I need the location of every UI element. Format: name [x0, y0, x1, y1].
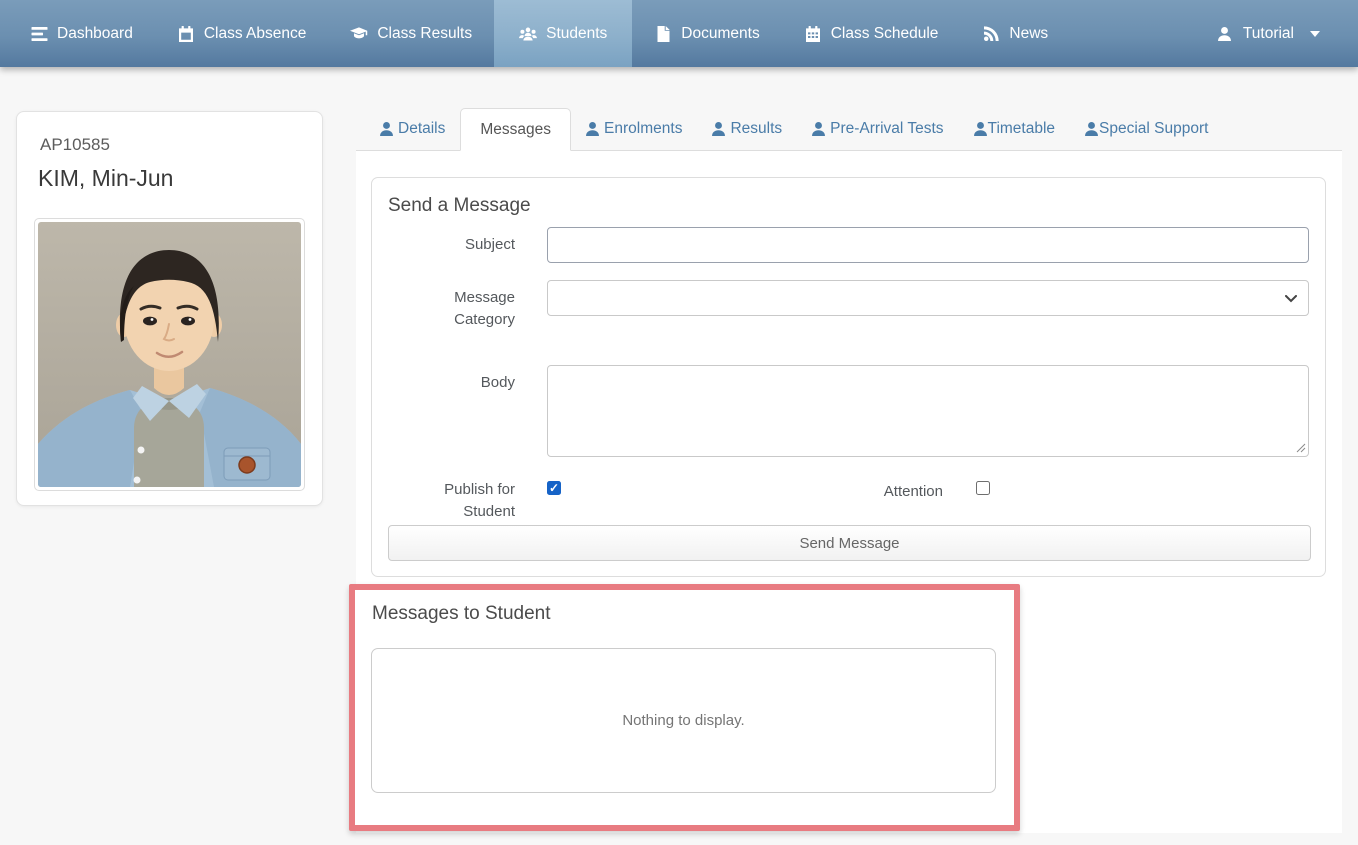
nav-label: Class Schedule	[831, 25, 939, 43]
nav-right: Tutorial	[1194, 0, 1342, 67]
tab-label: Pre-Arrival Tests	[830, 120, 943, 138]
top-navbar: Dashboard Class Absence Class Results St…	[0, 0, 1358, 67]
calendar-grid-icon	[804, 26, 822, 42]
tab-label: Results	[730, 120, 782, 138]
user-icon	[1085, 122, 1098, 136]
graduation-cap-icon	[350, 27, 368, 40]
send-message-title: Send a Message	[372, 178, 1325, 227]
users-icon	[519, 27, 537, 41]
tab-special-support[interactable]: Special Support	[1070, 108, 1223, 150]
subject-input[interactable]	[547, 227, 1309, 263]
nav-label: Class Results	[377, 25, 472, 43]
category-row: Message Category	[388, 280, 1309, 331]
attention-checkbox[interactable]	[976, 481, 990, 495]
body-label: Body	[388, 365, 515, 457]
nav-label: Students	[546, 25, 607, 43]
nav-item-dashboard[interactable]: Dashboard	[8, 0, 155, 67]
checkbox-row: Publish for Student Attention	[388, 479, 1309, 525]
send-message-button[interactable]: Send Message	[388, 525, 1311, 561]
student-id: AP10585	[40, 135, 305, 155]
user-icon	[974, 122, 987, 136]
nav-item-class-absence[interactable]: Class Absence	[155, 0, 329, 67]
nav-item-class-schedule[interactable]: Class Schedule	[782, 0, 961, 67]
nav-item-documents[interactable]: Documents	[632, 0, 781, 67]
nav-label: Dashboard	[57, 25, 133, 43]
caret-down-icon	[1310, 31, 1320, 37]
chevron-down-icon	[1285, 295, 1297, 303]
body-row: Body	[388, 365, 1309, 457]
calendar-icon	[177, 26, 195, 42]
tab-label: Messages	[480, 121, 551, 139]
messages-to-student-title: Messages to Student	[372, 603, 1014, 625]
tab-timetable[interactable]: Timetable	[959, 108, 1070, 150]
tab-label: Enrolments	[604, 120, 682, 138]
send-message-card: Send a Message Subject Message Category …	[371, 177, 1326, 577]
nav-item-class-results[interactable]: Class Results	[328, 0, 494, 67]
student-tabs: Details Messages Enrolments Results Pre-…	[356, 108, 1342, 151]
file-icon	[654, 26, 672, 42]
student-summary-card: AP10585 KIM, Min-Jun	[16, 111, 323, 506]
student-photo	[34, 218, 305, 491]
attention-label: Attention	[879, 481, 943, 501]
tab-details[interactable]: Details	[365, 108, 460, 150]
user-icon	[380, 122, 393, 136]
nav-label: Documents	[681, 25, 759, 43]
tab-messages[interactable]: Messages	[460, 108, 571, 151]
tab-label: Timetable	[988, 120, 1055, 138]
tasks-icon	[30, 27, 48, 41]
student-name: KIM, Min-Jun	[38, 165, 305, 192]
user-menu-tutorial[interactable]: Tutorial	[1194, 0, 1342, 67]
user-icon	[586, 122, 599, 136]
user-icon	[712, 122, 725, 136]
subject-row: Subject	[388, 227, 1309, 263]
tab-results[interactable]: Results	[697, 108, 797, 150]
nav-item-news[interactable]: News	[960, 0, 1070, 67]
nav-label: News	[1009, 25, 1048, 43]
body-textarea[interactable]	[547, 365, 1309, 457]
rss-icon	[982, 26, 1000, 41]
user-icon	[1216, 27, 1234, 41]
publish-label: Publish for Student	[388, 479, 515, 525]
nav-item-students[interactable]: Students	[494, 0, 632, 67]
user-menu-label: Tutorial	[1243, 25, 1294, 43]
publish-for-student-checkbox[interactable]	[547, 481, 561, 495]
empty-text: Nothing to display.	[622, 712, 744, 729]
tab-label: Special Support	[1099, 120, 1208, 138]
subject-label: Subject	[388, 227, 515, 263]
nav-label: Class Absence	[204, 25, 307, 43]
messages-to-student-section: Messages to Student Nothing to display.	[349, 584, 1020, 831]
category-label: Message Category	[388, 280, 515, 331]
resize-handle[interactable]	[1296, 443, 1306, 453]
tab-label: Details	[398, 120, 445, 138]
nav-items: Dashboard Class Absence Class Results St…	[8, 0, 1070, 67]
tab-pre-arrival-tests[interactable]: Pre-Arrival Tests	[797, 108, 958, 150]
user-icon	[812, 122, 825, 136]
message-category-select[interactable]	[547, 280, 1309, 316]
messages-empty-panel: Nothing to display.	[371, 648, 996, 793]
tab-enrolments[interactable]: Enrolments	[571, 108, 697, 150]
